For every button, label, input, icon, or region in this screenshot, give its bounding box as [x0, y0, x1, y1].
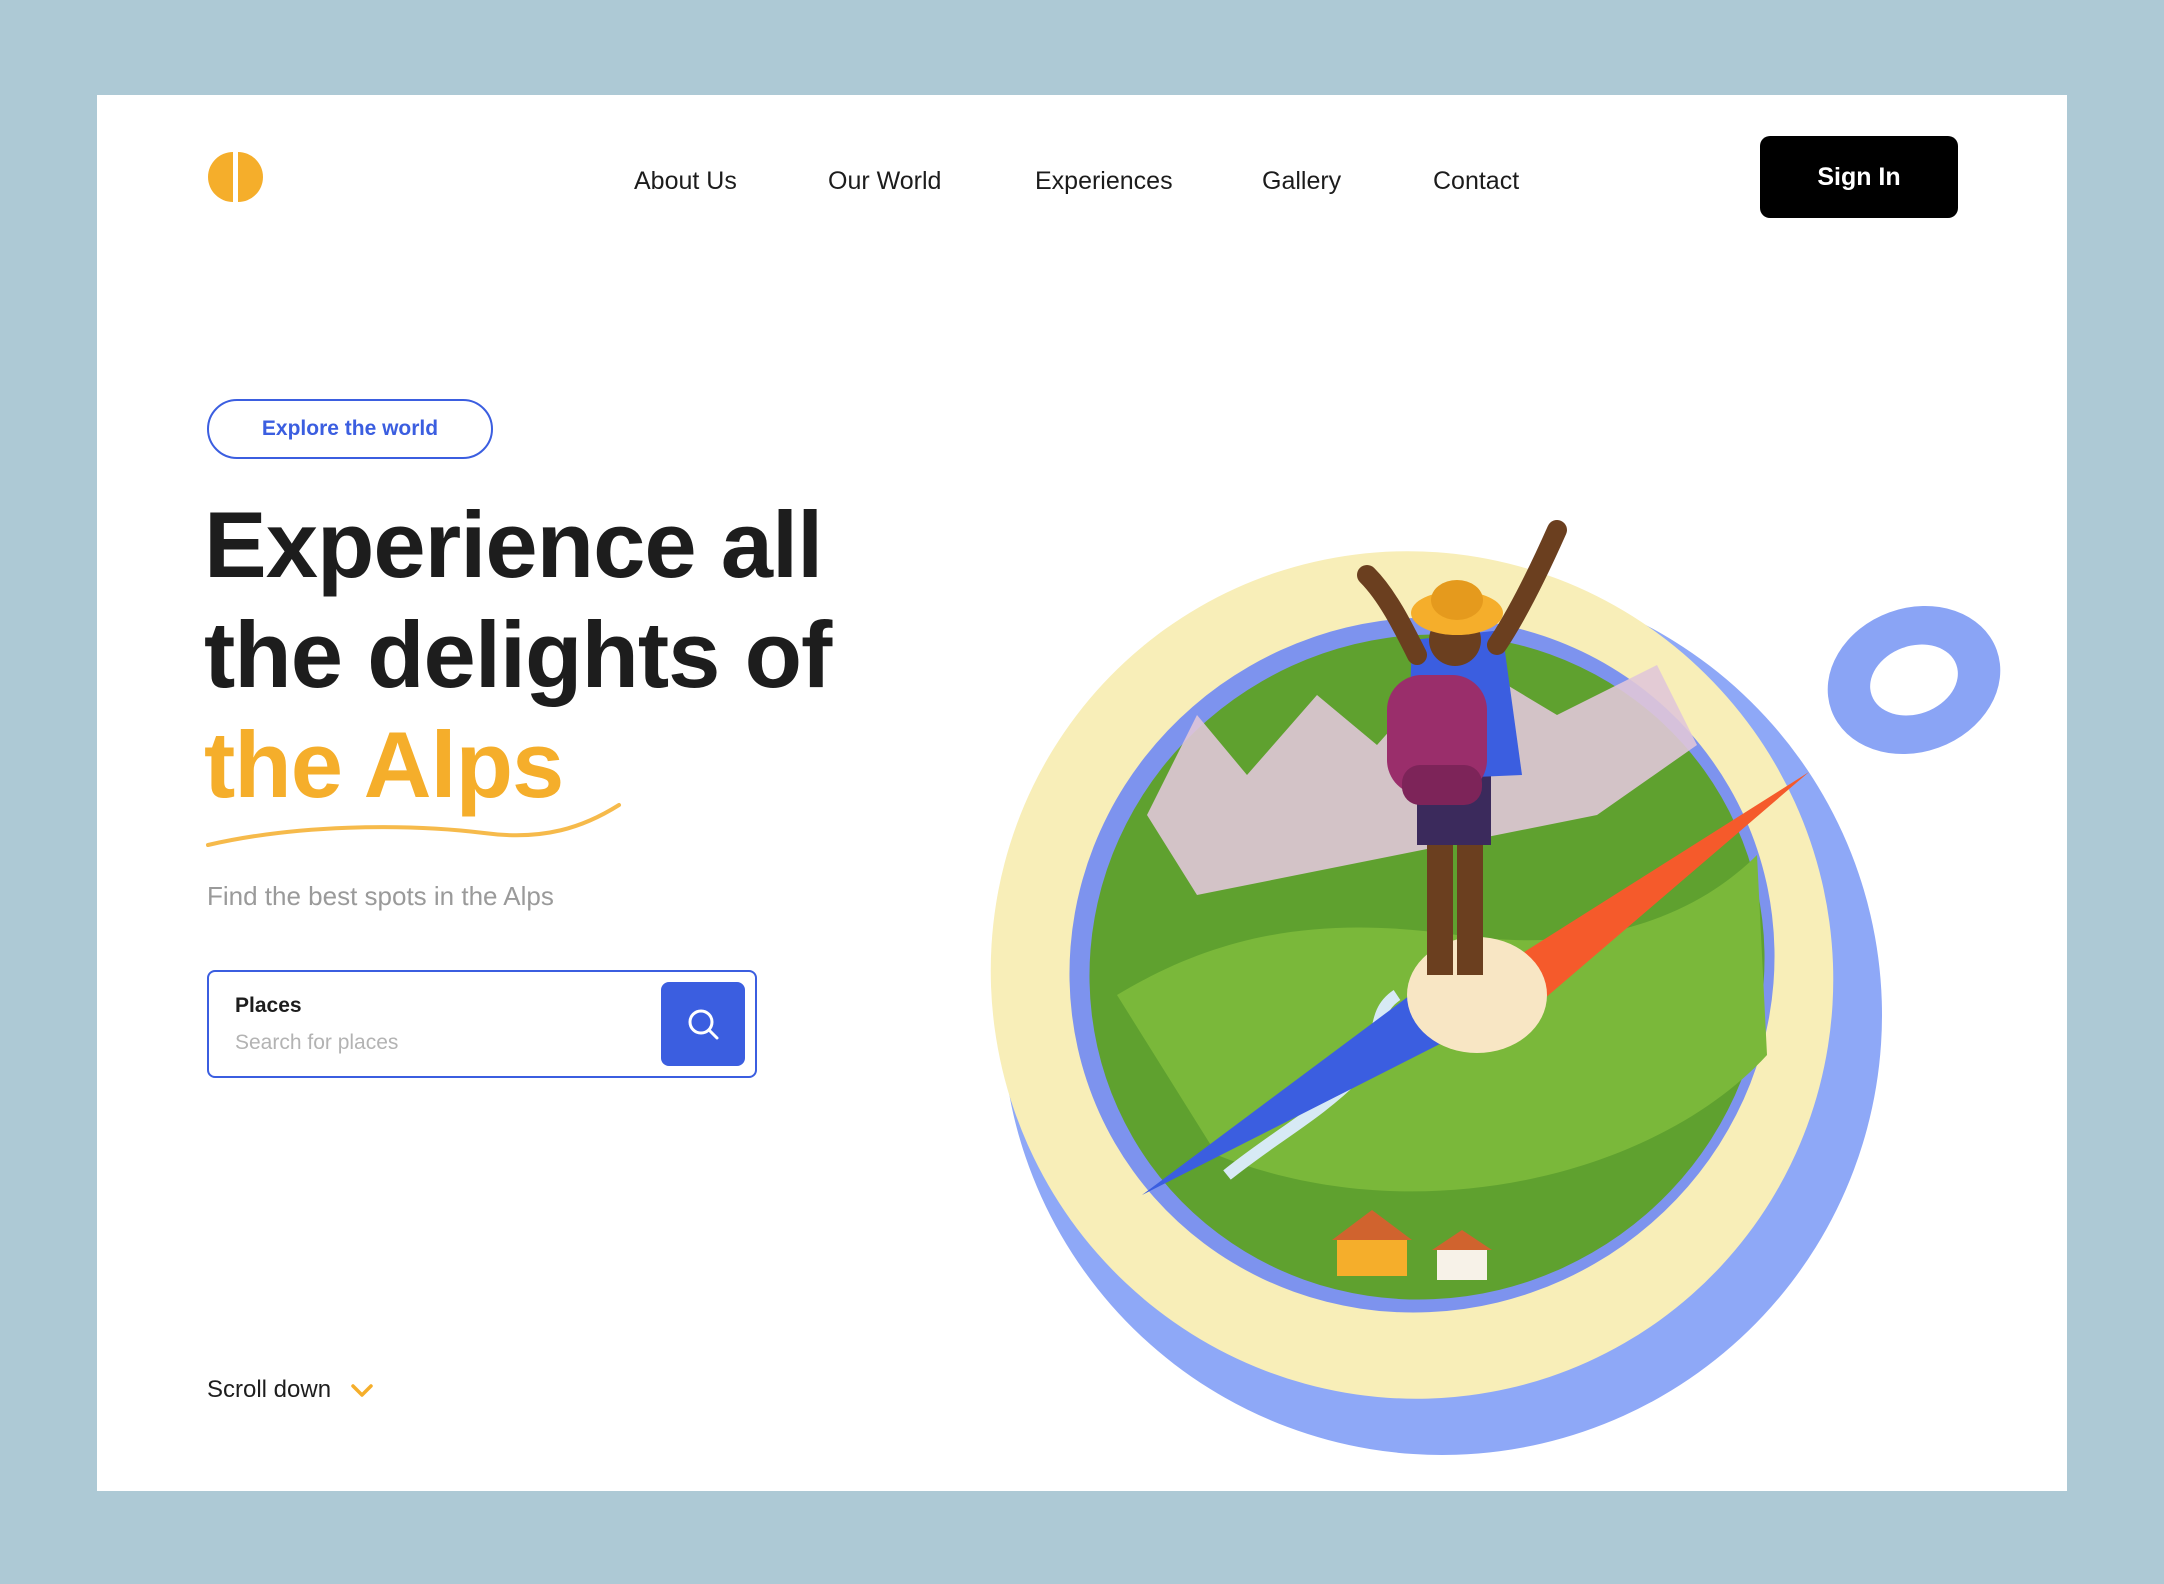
search-button[interactable]	[661, 982, 745, 1066]
landing-page: About Us Our World Experiences Gallery C…	[97, 95, 2067, 1491]
hiker-on-compass-illustration	[990, 520, 2001, 1455]
search-label: Places	[235, 994, 302, 1017]
nav-experiences[interactable]: Experiences	[1035, 161, 1173, 201]
search-icon	[688, 1009, 719, 1040]
headline-line-2: the delights of	[204, 602, 832, 707]
explore-badge[interactable]: Explore the world	[207, 399, 493, 459]
scroll-down-label: Scroll down	[207, 1376, 332, 1403]
scroll-down[interactable]: Scroll down	[207, 1376, 375, 1404]
places-search: Places	[207, 970, 757, 1078]
search-input[interactable]	[235, 1028, 635, 1058]
nav-our-world[interactable]: Our World	[828, 161, 941, 201]
hero-headline: Experience all the delights of the Alps	[204, 490, 984, 820]
nav-about-us[interactable]: About Us	[634, 161, 737, 201]
hero-subtitle: Find the best spots in the Alps	[207, 881, 554, 911]
nav-contact[interactable]: Contact	[1433, 161, 1519, 201]
headline-line-1: Experience all	[204, 492, 823, 597]
chevron-down-icon	[351, 1384, 373, 1397]
swoosh-underline	[206, 803, 621, 847]
sign-in-button[interactable]: Sign In	[1760, 136, 1958, 218]
nav-gallery[interactable]: Gallery	[1262, 161, 1341, 201]
